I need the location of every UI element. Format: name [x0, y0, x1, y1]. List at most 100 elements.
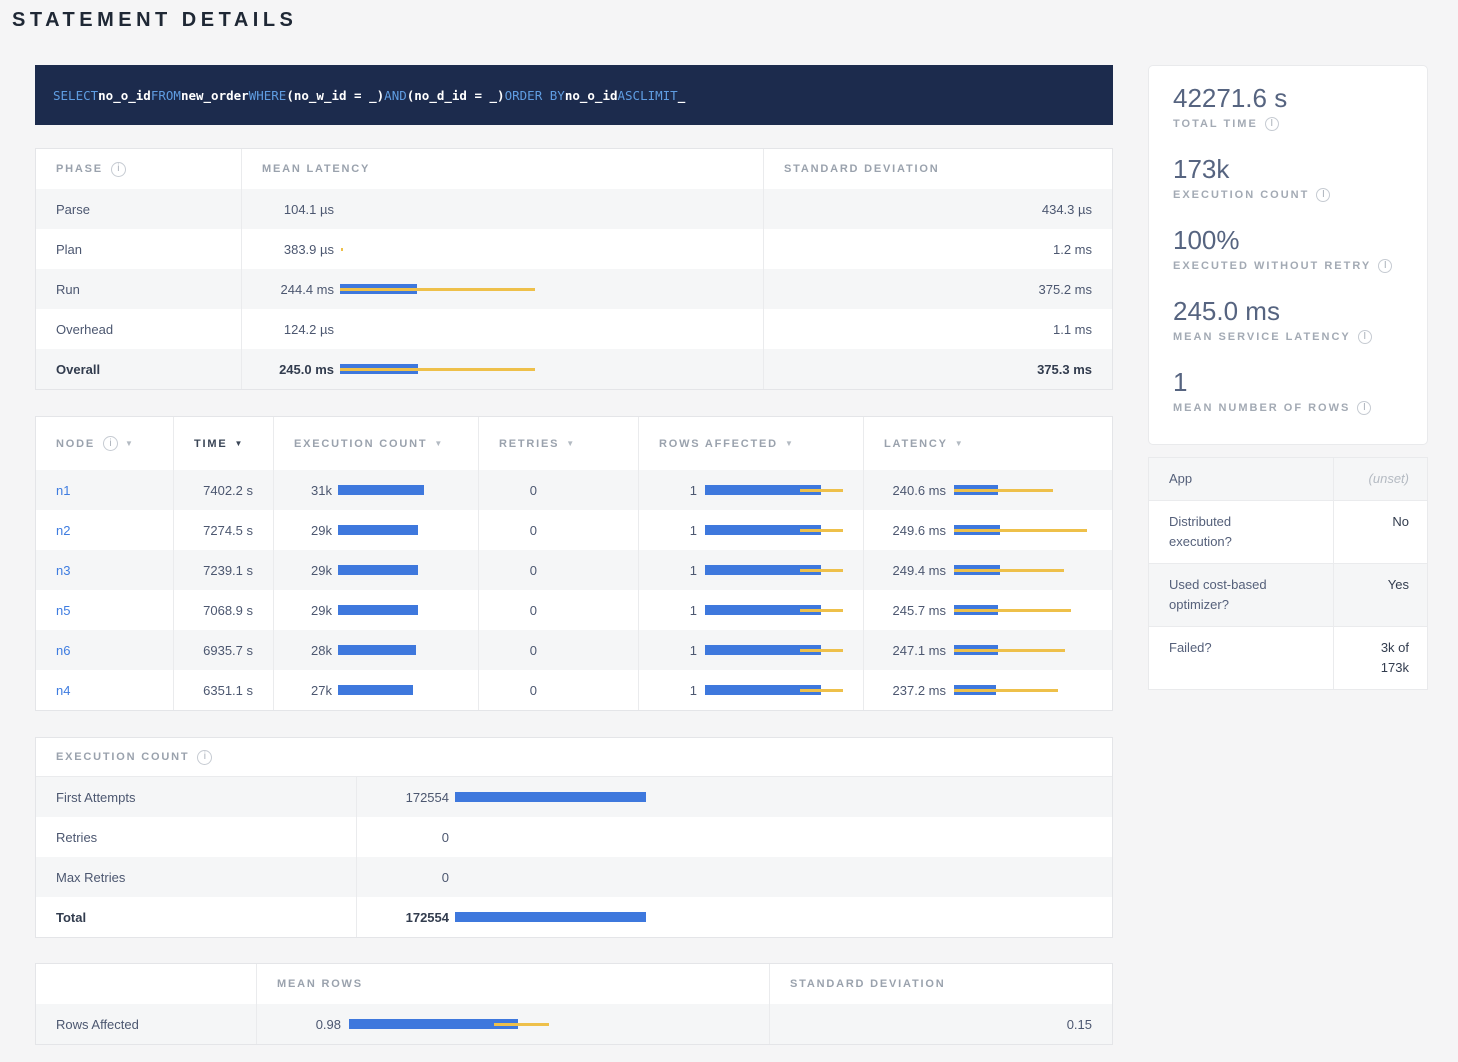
latency-bar — [954, 485, 1102, 495]
stat-value: 100% — [1173, 225, 1403, 255]
rows-affected-bar — [705, 565, 855, 575]
stddev-header-label: STANDARD DEVIATION — [784, 163, 939, 175]
table-row: n4 6351.1 s 27k 0 1 237.2 ms — [36, 670, 1112, 710]
phase-label: Parse — [56, 202, 90, 217]
stat-mean-number-of-rows: 1 MEAN NUMBER OF ROWS — [1173, 367, 1403, 415]
stddev-header-cell: STANDARD DEVIATION — [763, 149, 1112, 189]
exec-row-bar — [455, 792, 1092, 802]
phase-header-label: PHASE — [56, 163, 103, 175]
mean-latency-bar — [340, 204, 753, 214]
table-row: n2 7274.5 s 29k 0 1 249.6 ms — [36, 510, 1112, 550]
execution-count-bar — [338, 605, 458, 615]
attr-value: Yes — [1333, 564, 1427, 626]
mean-latency-value: 244.4 ms — [262, 282, 334, 297]
table-row: n1 7402.2 s 31k 0 1 240.6 ms — [36, 470, 1112, 510]
attr-value: 3k of 173k — [1333, 627, 1427, 689]
mean-latency-bar — [340, 364, 753, 374]
info-icon[interactable] — [103, 436, 118, 451]
node-header-label: NODE — [56, 438, 95, 450]
stat-mean-service-latency: 245.0 ms MEAN SERVICE LATENCY — [1173, 296, 1403, 344]
latency-header-cell[interactable]: LATENCY — [863, 417, 1112, 470]
execution-count-title: EXECUTION COUNT — [56, 751, 189, 763]
time-header-label: TIME — [194, 438, 227, 450]
exec-row-label: Max Retries — [56, 870, 125, 885]
info-icon[interactable] — [1357, 401, 1371, 415]
table-row: Retries 0 — [36, 817, 1112, 857]
sort-desc-icon — [955, 440, 963, 448]
stddev-value: 0.15 — [1067, 1017, 1092, 1032]
node-table-header: NODE TIME EXECUTION COUNT RETRIES — [36, 417, 1112, 470]
phase-header-cell: PHASE — [36, 149, 241, 189]
node-link[interactable]: n6 — [56, 643, 70, 658]
rows-affected-value: 1 — [659, 483, 697, 498]
stat-value: 1 — [1173, 367, 1403, 397]
mean-latency-bar — [340, 244, 753, 254]
node-link[interactable]: n3 — [56, 563, 70, 578]
latency-value: 247.1 ms — [884, 643, 946, 658]
info-icon[interactable] — [197, 750, 212, 765]
stat-label: EXECUTION COUNT — [1173, 189, 1309, 201]
mean-latency-value: 245.0 ms — [262, 362, 334, 377]
rows-affected-bar — [705, 645, 855, 655]
phase-table: PHASE MEAN LATENCY STANDARD DEVIATION Pa… — [35, 148, 1113, 390]
node-header-cell[interactable]: NODE — [36, 417, 173, 470]
sql-statement: SELECT no_o_id FROM new_order WHERE (no_… — [35, 65, 1113, 125]
info-icon[interactable] — [111, 162, 126, 177]
info-icon[interactable] — [1316, 188, 1330, 202]
rows-affected-value: 1 — [659, 523, 697, 538]
node-link[interactable]: n5 — [56, 603, 70, 618]
exec-row-bar — [455, 832, 1092, 842]
table-row: n5 7068.9 s 29k 0 1 245.7 ms — [36, 590, 1112, 630]
latency-bar — [954, 565, 1102, 575]
statement-details-page: STATEMENT DETAILS SELECT no_o_id FROM ne… — [0, 0, 1458, 1045]
stat-value: 173k — [1173, 154, 1403, 184]
execution-count-header-cell[interactable]: EXECUTION COUNT — [273, 417, 478, 470]
rows-affected-table-header: MEAN ROWS STANDARD DEVIATION — [36, 964, 1112, 1004]
node-link[interactable]: n2 — [56, 523, 70, 538]
execution-count-bar — [338, 565, 458, 575]
stddev-value: 375.3 ms — [1037, 362, 1092, 377]
phase-label: Run — [56, 282, 80, 297]
info-icon[interactable] — [1378, 259, 1392, 273]
retries-header-cell[interactable]: RETRIES — [478, 417, 638, 470]
table-row: Used cost-based optimizer? Yes — [1149, 563, 1427, 626]
table-row: Failed? 3k of 173k — [1149, 626, 1427, 689]
table-row: Overall 245.0 ms 375.3 ms — [36, 349, 1112, 389]
mean-rows-bar — [349, 1019, 757, 1029]
table-row: App (unset) — [1149, 458, 1427, 500]
mean-latency-value: 124.2 µs — [262, 322, 334, 337]
info-icon[interactable] — [1265, 117, 1279, 131]
retries-value: 0 — [499, 483, 537, 498]
time-header-cell[interactable]: TIME — [173, 417, 273, 470]
execution-count-value: 29k — [294, 523, 332, 538]
mean-latency-header-cell: MEAN LATENCY — [241, 149, 763, 189]
node-link[interactable]: n4 — [56, 683, 70, 698]
execution-count-value: 29k — [294, 603, 332, 618]
table-row: Rows Affected 0.98 0.15 — [36, 1004, 1112, 1044]
table-row: Max Retries 0 — [36, 857, 1112, 897]
table-row: Run 244.4 ms 375.2 ms — [36, 269, 1112, 309]
mean-latency-value: 383.9 µs — [262, 242, 334, 257]
exec-row-value: 0 — [377, 830, 449, 845]
rows-affected-value: 1 — [659, 563, 697, 578]
phase-label: Overhead — [56, 322, 113, 337]
table-row: n6 6935.7 s 28k 0 1 247.1 ms — [36, 630, 1112, 670]
latency-bar — [954, 605, 1102, 615]
latency-bar — [954, 645, 1102, 655]
exec-row-bar — [455, 912, 1092, 922]
node-link[interactable]: n1 — [56, 483, 70, 498]
rows-affected-header-cell[interactable]: ROWS AFFECTED — [638, 417, 863, 470]
mean-latency-header-label: MEAN LATENCY — [262, 163, 370, 175]
info-icon[interactable] — [1358, 330, 1372, 344]
table-row: n3 7239.1 s 29k 0 1 249.4 ms — [36, 550, 1112, 590]
rows-affected-row-label: Rows Affected — [56, 1017, 139, 1032]
stat-total-time: 42271.6 s TOTAL TIME — [1173, 83, 1403, 131]
attr-label: Distributed execution? — [1149, 501, 1299, 563]
mean-rows-header-label: MEAN ROWS — [277, 978, 363, 990]
mean-latency-value: 104.1 µs — [262, 202, 334, 217]
latency-value: 237.2 ms — [884, 683, 946, 698]
table-row: Overhead 124.2 µs 1.1 ms — [36, 309, 1112, 349]
time-value: 7068.9 s — [203, 603, 253, 618]
stat-label: TOTAL TIME — [1173, 118, 1258, 130]
node-table: NODE TIME EXECUTION COUNT RETRIES — [35, 416, 1113, 711]
